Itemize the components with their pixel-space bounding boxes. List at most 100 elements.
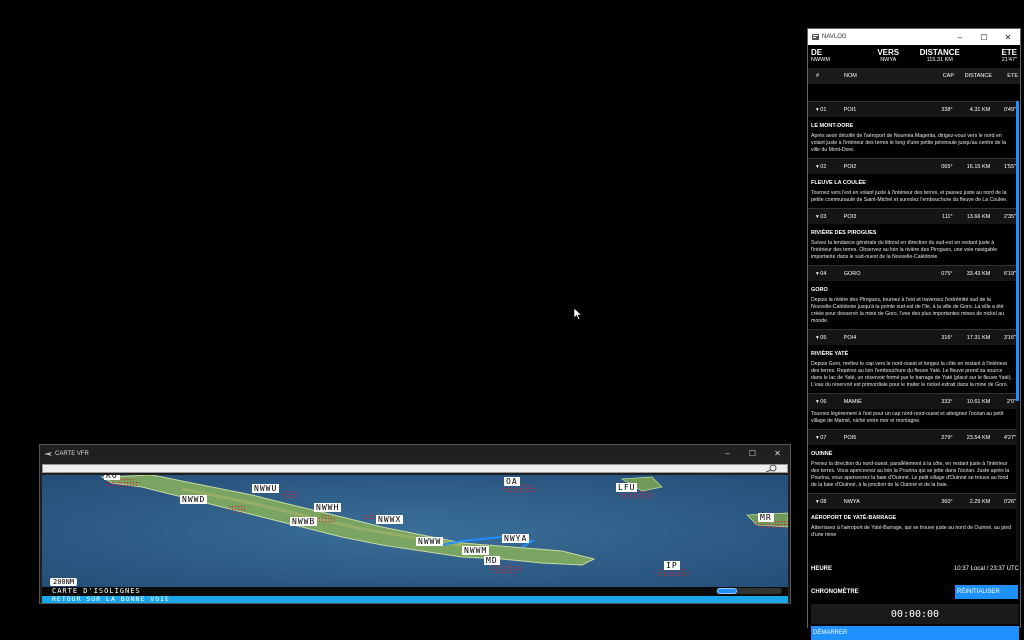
waypoint-distance: 4.31 KM <box>969 106 991 113</box>
map-label-mr[interactable]: MR <box>758 513 774 522</box>
navlog-titlebar[interactable]: NAVLOG – ☐ ✕ <box>808 29 1020 45</box>
vfr-map[interactable]: KO NWWU NWWD NWWH NWWB NWWX NWYA NWWW NW… <box>42 475 788 587</box>
map-label-nwwb[interactable]: NWWB <box>290 517 318 526</box>
map-label-ko[interactable]: KO <box>104 475 120 480</box>
waypoint-ete: 2'0" <box>1006 398 1016 405</box>
waypoint-distance: 16.15 KM <box>966 163 991 170</box>
minimize-button[interactable]: – <box>715 449 740 458</box>
time-value: 10:37 Local / 23:37 UTC <box>953 566 1019 572</box>
col-ete: ETE <box>1007 73 1018 79</box>
map-label-nwww[interactable]: NWWW <box>416 537 444 546</box>
waypoint-description: Depuis la rivière des Pirogues, tournez … <box>811 297 1005 324</box>
close-button[interactable]: ✕ <box>765 449 790 458</box>
scrollbar-thumb[interactable] <box>1016 101 1019 401</box>
carte-titlebar[interactable]: CARTE VFR – ☐ ✕ <box>40 445 790 462</box>
chrono-display: 00:00:00 <box>811 604 1019 624</box>
waypoint-num: ▾ 01 <box>816 106 827 113</box>
carte-title: CARTE VFR <box>55 450 89 457</box>
waypoint-row[interactable]: ▾ 08 NWYA 360° 2.29 KM 0'26" <box>808 493 1016 509</box>
navlog-footer: HEURE 10:37 Local / 23:37 UTC CHRONOMÈTR… <box>808 562 1022 640</box>
navlog-title: NAVLOG <box>822 34 847 40</box>
maximize-button[interactable]: ☐ <box>740 449 765 458</box>
map-label-lfu[interactable]: LFU <box>616 483 638 492</box>
waypoint-ete: 1'55" <box>1003 163 1016 170</box>
waypoint-num: ▾ 03 <box>816 213 827 220</box>
map-label-ip[interactable]: IP <box>664 561 680 570</box>
waypoint-row[interactable]: ▾ 05 POI4 316° 17.31 KM 3'16" <box>808 329 1016 345</box>
maximize-button[interactable]: ☐ <box>972 33 996 42</box>
map-app-icon <box>44 451 52 456</box>
waypoint-ete: 2'35" <box>1003 213 1016 220</box>
waypoint-cap: 075° <box>941 270 953 277</box>
waypoint-cap: 360° <box>941 498 953 505</box>
map-zoom-slider[interactable] <box>716 588 782 594</box>
waypoint-row[interactable]: ▾ 04 GORO 075° 33.43 KM 6'19" <box>808 265 1016 281</box>
waypoint-cap: 333° <box>941 398 953 405</box>
map-label-md[interactable]: MD <box>484 556 500 565</box>
summary-distance-label: DISTANCE <box>919 48 960 57</box>
chrono-label: CHRONOMÈTRE <box>811 589 859 595</box>
waypoint-num: ▾ 04 <box>816 270 827 277</box>
waypoint-name: NWYA <box>843 498 860 505</box>
carte-vfr-window: CARTE VFR – ☐ ✕ KO NWWU NWWD NWWH NWWB N… <box>39 444 791 604</box>
mouse-cursor-icon <box>574 308 582 320</box>
waypoint-title: RIVIÈRE YATÉ <box>811 351 849 357</box>
waypoint-name: POI2 <box>843 163 857 170</box>
waypoint-ete: 4'27" <box>1003 434 1016 441</box>
waypoint-title: FLEUVE LA COULÉE <box>811 180 866 186</box>
waypoint-row[interactable]: ▾ 06 MAMIÉ 333° 10.61 KM 2'0" <box>808 393 1016 409</box>
close-button[interactable]: ✕ <box>996 33 1020 42</box>
waypoint-name: MAMIÉ <box>843 398 862 405</box>
waypoint-description: Après avoir décollé de l'aéroport de Nou… <box>811 133 1007 153</box>
waypoint-title: OUINNÉ <box>811 451 833 457</box>
map-label-nwwd[interactable]: NWWD <box>180 495 208 504</box>
waypoint-distance: 17.31 KM <box>966 334 991 341</box>
waypoint-num: ▾ 05 <box>816 334 827 341</box>
waypoint-description: Atterrissez à l'aéroport de Yaté-Barrage… <box>811 525 1012 538</box>
waypoint-description: Tournez légèrement à l'est pour un cap n… <box>811 411 1004 424</box>
column-headers: # NOM CAP DISTANCE ETE <box>808 68 1020 84</box>
on-track-banner: RETOUR SUR LA BONNE VOIE <box>42 596 788 603</box>
col-distance: DISTANCE <box>964 73 992 79</box>
col-num: # <box>816 73 820 79</box>
waypoint-ete: 3'16" <box>1003 334 1016 341</box>
map-search-input[interactable] <box>42 464 788 473</box>
minimize-button[interactable]: – <box>948 33 972 42</box>
navlog-body: DE VERS DISTANCE ETE NWWM NWYA 115.31 KM… <box>808 45 1020 640</box>
waypoint-row[interactable]: ▾ 02 POI2 065° 16.15 KM 1'55" <box>808 158 1016 174</box>
waypoint-name: POI3 <box>843 213 857 220</box>
navlog-app-icon <box>812 34 819 40</box>
map-label-nwwx[interactable]: NWWX <box>376 515 404 524</box>
waypoint-num: ▾ 06 <box>816 398 827 405</box>
reset-button[interactable]: RÉINITIALISER <box>955 585 1018 599</box>
search-icon[interactable] <box>764 464 778 473</box>
waypoint-distance: 10.61 KM <box>966 398 991 405</box>
waypoint-row[interactable]: ▾ 01 POI1 338° 4.31 KM 0'49" <box>808 101 1016 117</box>
summary-to-label: VERS <box>877 48 900 57</box>
time-row: HEURE 10:37 Local / 23:37 UTC <box>808 562 1022 577</box>
summary-headers: DE VERS DISTANCE ETE <box>808 45 1020 57</box>
waypoint-name: POI4 <box>843 334 857 341</box>
waypoint-row[interactable]: ▾ 07 POI5 279° 23.54 KM 4'27" <box>808 429 1016 445</box>
waypoint-row[interactable]: ▾ 03 POI3 111° 13.66 KM 2'35" <box>808 208 1016 224</box>
map-label-nwwu[interactable]: NWWU <box>252 484 280 493</box>
map-label-nwwh[interactable]: NWWH <box>314 503 342 512</box>
waypoint-description: Depuis Goro, mettez le cap vers le nord-… <box>811 361 1012 388</box>
map-label-nwya[interactable]: NWYA <box>502 534 530 543</box>
summary-values: NWWM NWYA 115.31 KM 21'47" <box>808 57 1020 67</box>
map-label-oa[interactable]: OA <box>504 477 520 486</box>
waypoint-list: ▾ 01 POI1 338° 4.31 KM 0'49" LE MONT-DOR… <box>808 101 1016 561</box>
waypoint-title: LE MONT-DORE <box>811 123 854 129</box>
start-button[interactable]: DÉMARRER <box>811 626 1019 640</box>
waypoint-ete: 6'19" <box>1003 270 1016 277</box>
waypoint-description: Suivez la tendance générale du littoral … <box>811 240 998 260</box>
waypoint-title: RIVIÈRE DES PIROGUES <box>811 230 877 236</box>
summary-ete-value: 21'47" <box>1001 57 1017 63</box>
waypoint-distance: 33.43 KM <box>966 270 991 277</box>
col-name: NOM <box>844 73 857 79</box>
map-label-nwwm[interactable]: NWWM <box>462 546 490 555</box>
time-label: HEURE <box>811 566 833 572</box>
waypoint-name: GORO <box>843 270 861 277</box>
map-canvas[interactable] <box>42 475 788 587</box>
slider-knob[interactable] <box>717 588 737 594</box>
